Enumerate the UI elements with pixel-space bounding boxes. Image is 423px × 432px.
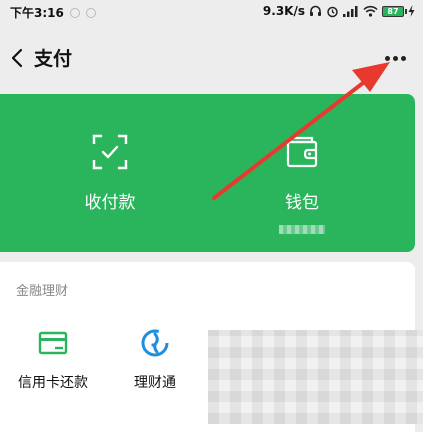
wealth-icon: [141, 329, 169, 357]
wallet-icon: [286, 136, 318, 168]
receive-pay-label: 收付款: [84, 193, 136, 213]
signal-icon: [343, 6, 358, 17]
status-right: 9.3K/s 87: [263, 4, 415, 18]
status-bar: 下午3:16 9.3K/s 87: [0, 0, 423, 26]
wealth-button[interactable]: 理财通: [118, 328, 192, 392]
headphones-icon: [310, 5, 321, 16]
status-left: 下午3:16: [10, 4, 96, 21]
credit-card-repay-button[interactable]: 信用卡还款: [12, 328, 94, 392]
back-arrow-icon: [11, 48, 23, 68]
battery-icon: 87: [382, 5, 407, 17]
more-dot-icon: [392, 55, 398, 61]
wallet-button[interactable]: 钱包: [247, 132, 357, 234]
credit-card-icon: [38, 331, 68, 355]
section-title: 金融理财: [16, 284, 69, 299]
alarm-icon: [327, 6, 338, 17]
more-dot-icon: [384, 55, 390, 61]
receive-pay-button[interactable]: 收付款: [55, 132, 165, 213]
sync-icon: [85, 7, 96, 18]
status-time: 下午3:16: [10, 6, 64, 20]
credit-card-repay-label: 信用卡还款: [18, 375, 88, 391]
more-dot-icon: [400, 55, 406, 61]
wallet-label: 钱包: [285, 193, 319, 213]
scan-icon: [92, 134, 128, 170]
wealth-label: 理财通: [134, 375, 176, 391]
header: 支付: [0, 34, 423, 84]
wifi-icon: [363, 5, 378, 17]
more-button[interactable]: [381, 46, 409, 70]
pay-card: 收付款 钱包: [0, 94, 415, 252]
page-title: 支付: [34, 48, 73, 70]
notification-icon: [69, 7, 80, 18]
blurred-region: [208, 330, 423, 424]
wallet-balance-blurred: [279, 225, 325, 234]
network-speed: 9.3K/s: [262, 4, 305, 18]
back-button[interactable]: [6, 44, 32, 72]
charging-icon: [408, 5, 415, 17]
